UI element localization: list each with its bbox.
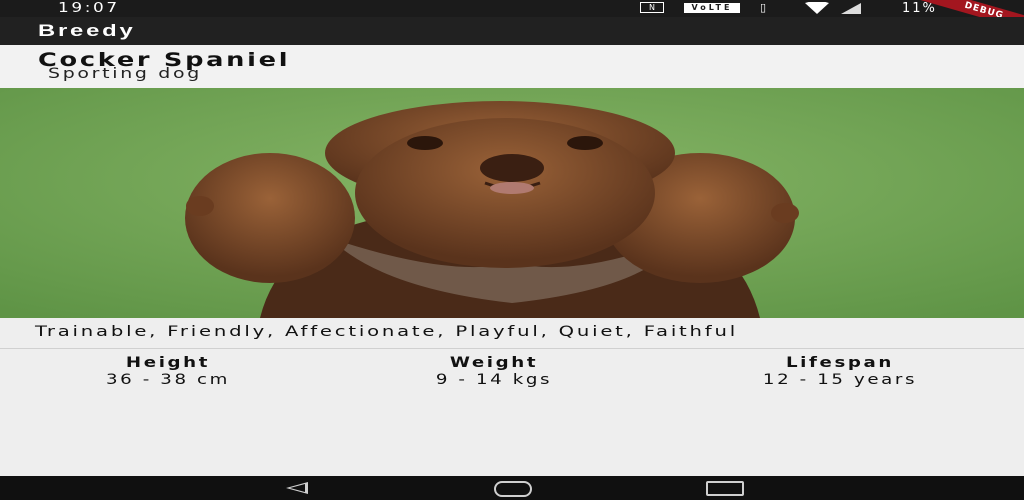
navigation-bar [0, 476, 1024, 500]
status-time: 19:07 [58, 1, 120, 16]
stat-value: 12 - 15 years [762, 372, 918, 388]
recents-square-icon[interactable] [706, 481, 744, 496]
temperament-text: Trainable, Friendly, Affectionate, Playf… [35, 324, 738, 340]
stat-label: Height [125, 355, 211, 371]
nfc-icon: N [640, 2, 664, 13]
breed-group: Sporting dog [48, 66, 202, 82]
home-pill-icon[interactable] [494, 481, 532, 497]
stat-value: 36 - 38 cm [106, 372, 230, 388]
stat-lifespan: Lifespan 12 - 15 years [700, 354, 980, 388]
volte-badge: VoLTE [684, 3, 740, 13]
status-bar: 19:07 N VoLTE ▯ 11% DEBUG [0, 0, 1024, 38]
app-bar: Breedy [0, 17, 1024, 45]
back-triangle-icon[interactable] [286, 482, 308, 494]
breed-header: Cocker Spaniel Sporting dog [0, 45, 1024, 88]
stats-row: Height 36 - 38 cm Weight 9 - 14 kgs Life… [0, 354, 1024, 394]
dog-photo [0, 88, 1024, 318]
stat-label: Weight [449, 355, 539, 371]
stat-label: Lifespan [785, 355, 894, 371]
signal-icon [841, 3, 861, 14]
stat-value: 9 - 14 kgs [435, 372, 553, 388]
wifi-icon [805, 2, 829, 14]
app-title: Breedy [38, 21, 136, 40]
stat-weight: Weight 9 - 14 kgs [354, 354, 634, 388]
stat-height: Height 36 - 38 cm [28, 354, 308, 388]
vibrate-icon: ▯ [760, 1, 767, 14]
temperament-row: Trainable, Friendly, Affectionate, Playf… [0, 318, 1024, 349]
